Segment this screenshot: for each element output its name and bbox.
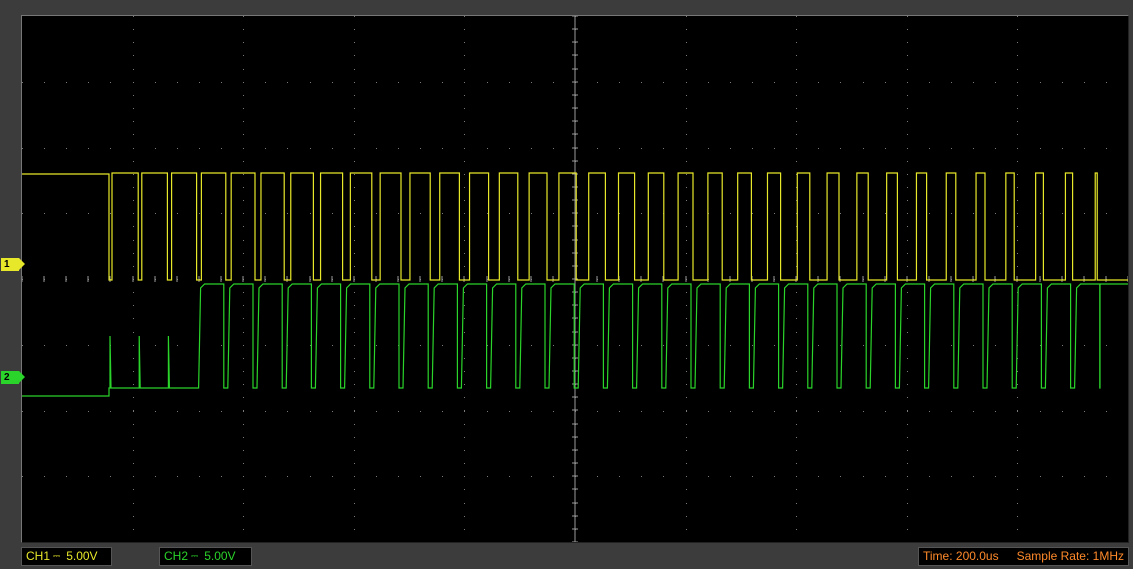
ch2-name: CH2 xyxy=(164,549,189,563)
waveform-display[interactable] xyxy=(21,15,1129,543)
ch1-name: CH1 xyxy=(26,549,51,563)
ch1-volts-per-div: 5.00V xyxy=(66,549,98,563)
ch2-status[interactable]: CH2 ⎓ 5.00V xyxy=(159,547,252,566)
ch2-level-marker[interactable]: 2 xyxy=(1,371,25,384)
timebase-label: Time: xyxy=(923,549,953,563)
status-bar: CH1 ⎓ 5.00V CH2 ⎓ 5.00V Time: 200.0us Sample … xyxy=(0,545,1133,569)
sample-rate-label: Sample Rate: xyxy=(1016,549,1090,563)
timebase-value: 200.0us xyxy=(955,549,999,563)
ch2-volts-per-div: 5.00V xyxy=(204,549,236,563)
timebase-status[interactable]: Time: 200.0us Sample Rate: 1MHz xyxy=(918,547,1129,566)
graticule-grid xyxy=(22,16,1128,542)
sample-rate-value: 1MHz xyxy=(1092,549,1124,563)
dc-coupling-icon: ⎓ xyxy=(53,551,61,561)
oscilloscope-window: 1 2 CH1 ⎓ 5.00V CH2 ⎓ 5.00V Time: 200.0us Sam… xyxy=(0,0,1133,569)
ch1-marker-label: 1 xyxy=(4,259,10,270)
ch2-marker-label: 2 xyxy=(4,372,10,383)
dc-coupling-icon: ⎓ xyxy=(191,551,199,561)
ch1-level-marker[interactable]: 1 xyxy=(1,258,25,271)
waveform-canvas xyxy=(22,16,1128,542)
ch1-status[interactable]: CH1 ⎓ 5.00V xyxy=(21,547,112,566)
